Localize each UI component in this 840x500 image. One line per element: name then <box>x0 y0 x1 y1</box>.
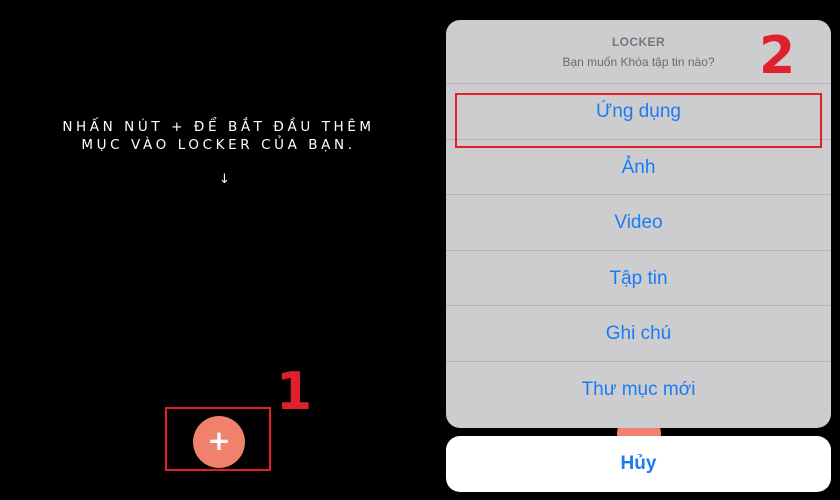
empty-state-hint: NHẤN NÚT + ĐỂ BẮT ĐẦU THÊM MỤC VÀO LOCKE… <box>0 118 437 154</box>
screenshot: NHẤN NÚT + ĐỂ BẮT ĐẦU THÊM MỤC VÀO LOCKE… <box>0 0 840 500</box>
down-arrow-icon: ↓ <box>219 172 230 187</box>
action-new-folder[interactable]: Thư mục mới <box>446 362 831 418</box>
empty-hint-line-1: NHẤN NÚT + ĐỂ BẮT ĐẦU THÊM <box>62 119 375 135</box>
action-video[interactable]: Video <box>446 195 831 251</box>
action-notes[interactable]: Ghi chú <box>446 306 831 362</box>
highlight-box-apps-action <box>455 93 822 148</box>
step-marker-2: 2 <box>759 26 796 86</box>
action-files[interactable]: Tập tin <box>446 251 831 307</box>
highlight-box-add-button <box>165 407 271 471</box>
empty-hint-line-2: MỤC VÀO LOCKER CỦA BẠN. <box>81 137 356 153</box>
cancel-button[interactable]: Hủy <box>446 436 831 492</box>
step-marker-1: 1 <box>276 362 313 422</box>
